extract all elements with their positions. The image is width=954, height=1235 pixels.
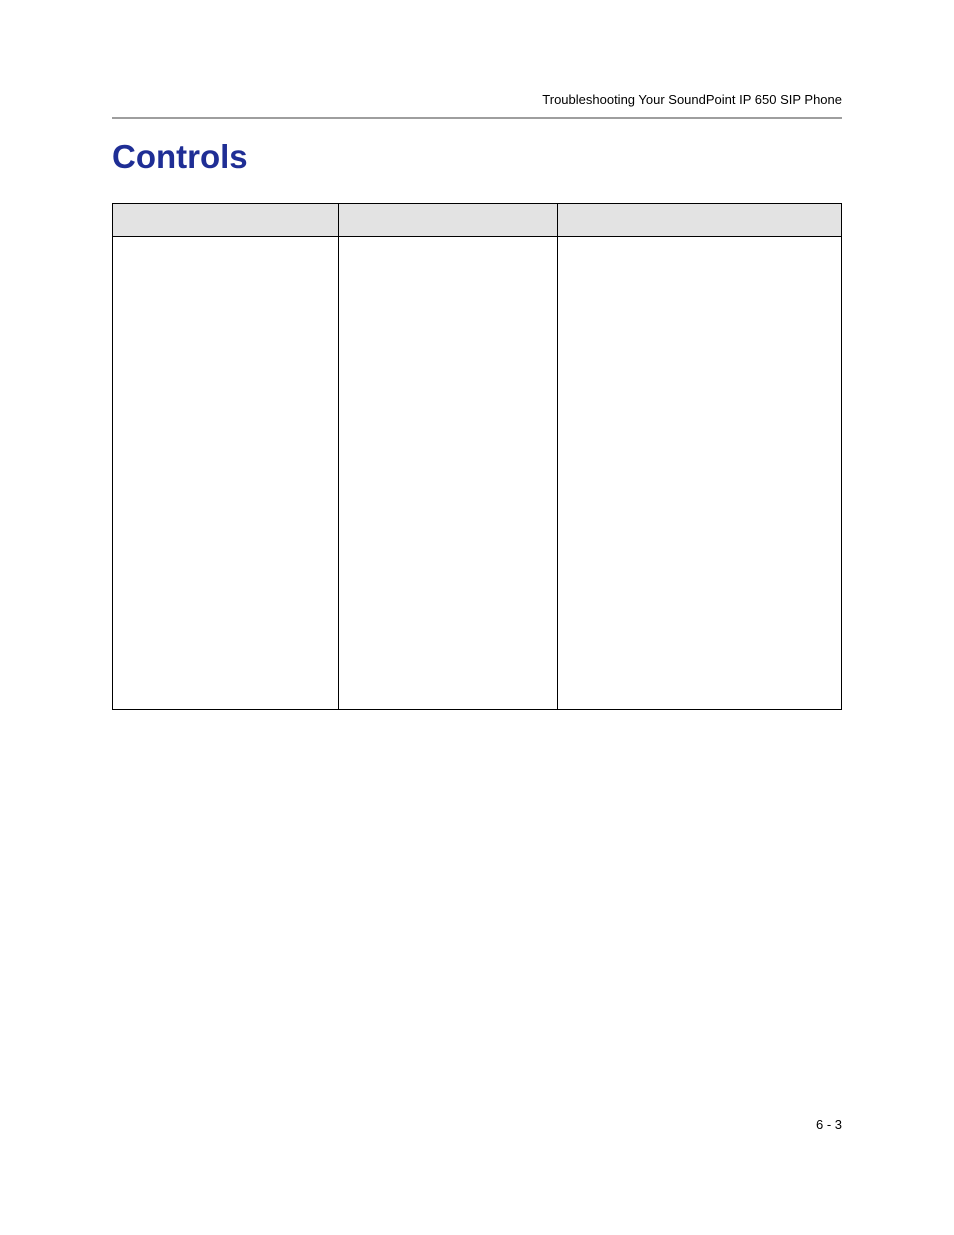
header-divider <box>112 117 842 119</box>
table-header-cell <box>557 204 841 237</box>
table-header-cell <box>113 204 339 237</box>
table-row <box>113 237 842 710</box>
table-header-row <box>113 204 842 237</box>
controls-table <box>112 203 842 710</box>
table-cell <box>338 237 557 710</box>
section-title: Controls <box>112 138 248 176</box>
table-cell <box>113 237 339 710</box>
table-header-cell <box>338 204 557 237</box>
table-cell <box>557 237 841 710</box>
page-number: 6 - 3 <box>816 1117 842 1132</box>
running-header: Troubleshooting Your SoundPoint IP 650 S… <box>542 92 842 107</box>
